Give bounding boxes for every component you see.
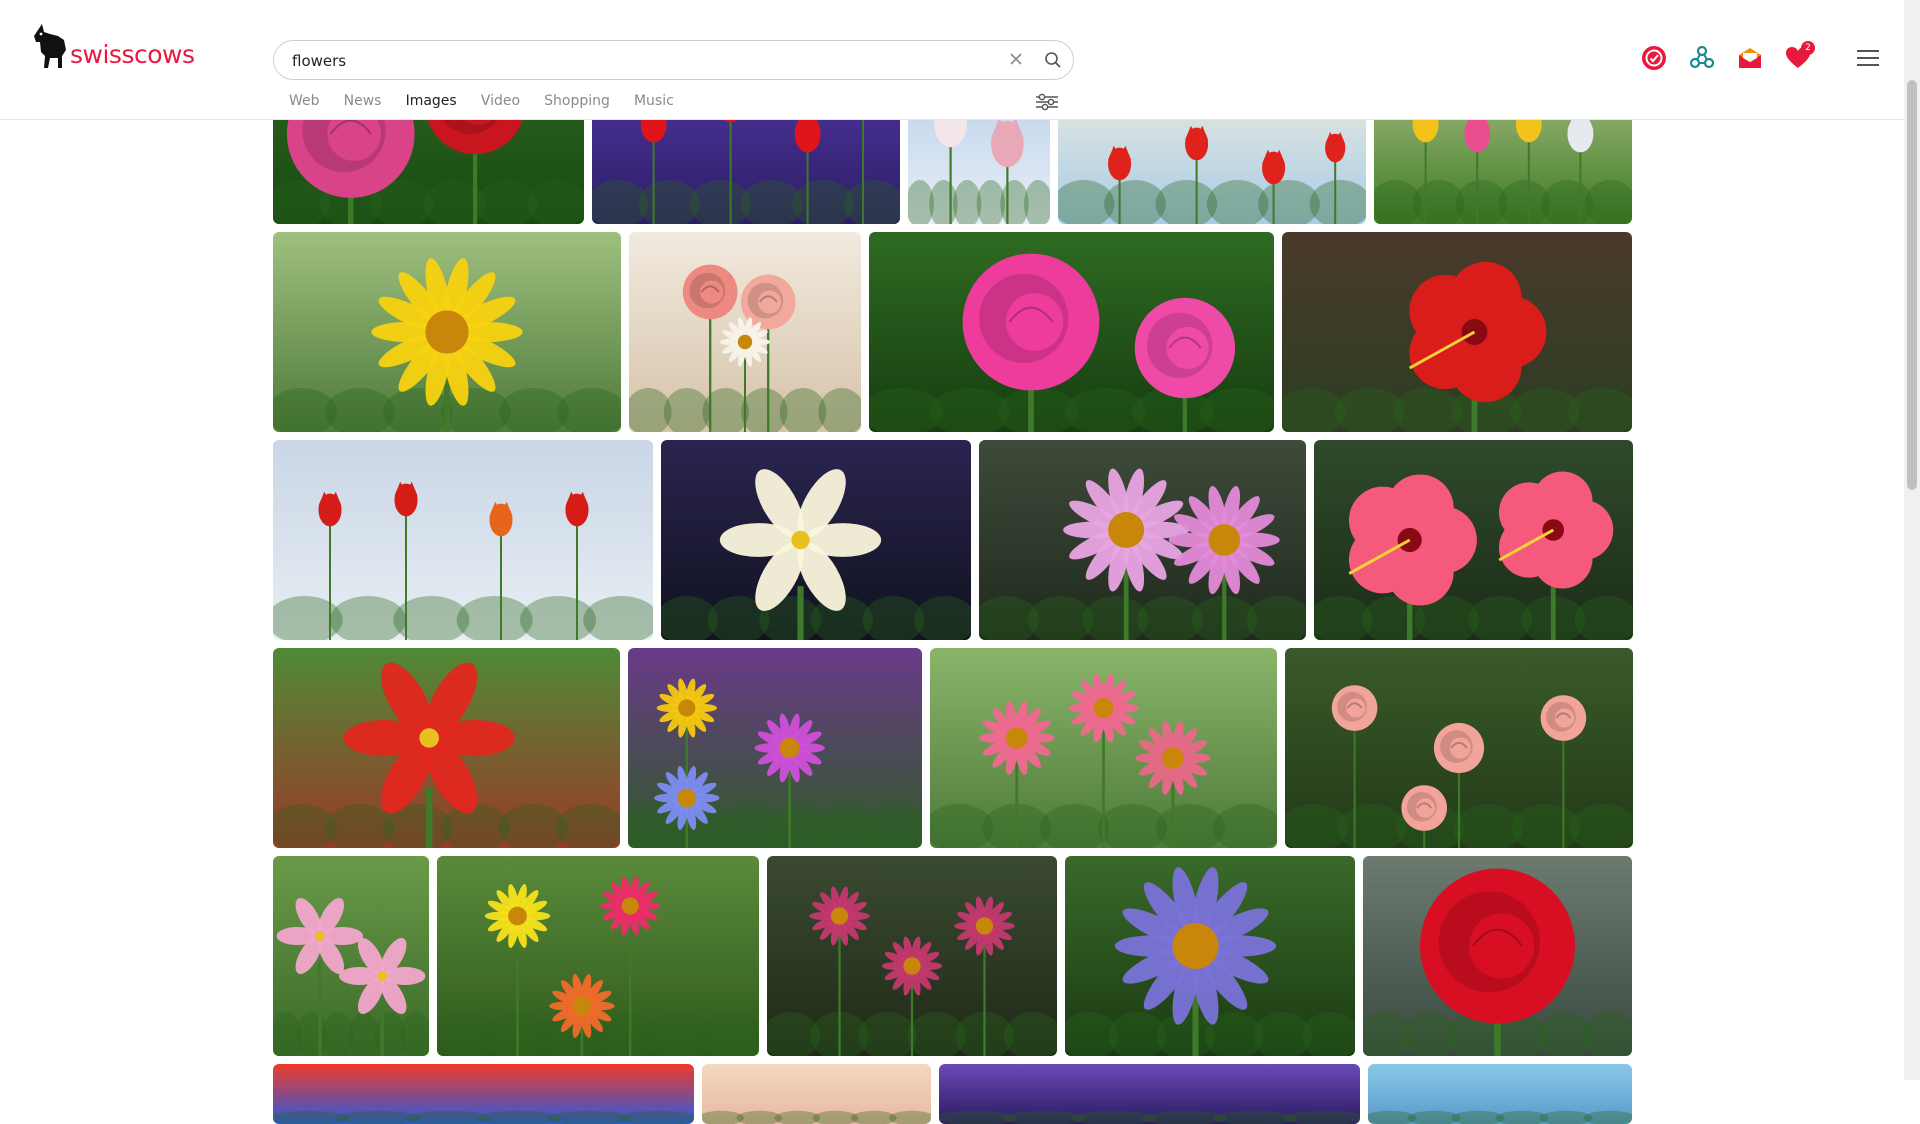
scrollbar-thumb[interactable] bbox=[1907, 80, 1917, 490]
image-result-pink-roses[interactable] bbox=[869, 232, 1274, 432]
image-result-blue-flower[interactable] bbox=[1368, 1064, 1632, 1124]
cow-logo-icon bbox=[34, 24, 66, 68]
image-thumbnail bbox=[767, 856, 1057, 1056]
tab-images[interactable]: Images bbox=[406, 93, 457, 109]
image-thumbnail bbox=[939, 1064, 1360, 1124]
image-thumbnail bbox=[930, 648, 1277, 848]
image-thumbnail bbox=[273, 1064, 694, 1124]
tab-shopping[interactable]: Shopping bbox=[544, 93, 610, 109]
image-result-purple-flowers[interactable] bbox=[939, 1064, 1360, 1124]
search-input[interactable] bbox=[290, 49, 984, 73]
image-thumbnail bbox=[869, 232, 1274, 432]
image-thumbnail bbox=[629, 232, 861, 432]
tab-music[interactable]: Music bbox=[634, 93, 674, 109]
tab-video[interactable]: Video bbox=[481, 93, 520, 109]
search-icon[interactable] bbox=[1044, 51, 1062, 69]
clear-icon[interactable] bbox=[1008, 51, 1024, 67]
image-result-pink-alstroemeria[interactable] bbox=[273, 856, 429, 1056]
search-box bbox=[273, 40, 1074, 80]
favorites-count-badge: 2 bbox=[1801, 41, 1815, 55]
vpn-icon[interactable] bbox=[1641, 45, 1667, 71]
image-thumbnail bbox=[273, 440, 653, 640]
page-scrollbar[interactable] bbox=[1904, 0, 1920, 1080]
image-thumbnail bbox=[702, 1064, 931, 1124]
image-result-yellow-daisy[interactable] bbox=[273, 232, 621, 432]
image-result-peach-flower[interactable] bbox=[702, 1064, 931, 1124]
tab-web[interactable]: Web bbox=[289, 93, 320, 109]
image-result-rose-bouquet-jug[interactable] bbox=[629, 232, 861, 432]
image-thumbnail bbox=[437, 856, 759, 1056]
image-thumbnail bbox=[1314, 440, 1633, 640]
tab-news[interactable]: News bbox=[344, 93, 382, 109]
image-result-pink-hibiscus[interactable] bbox=[1314, 440, 1633, 640]
image-thumbnail bbox=[273, 856, 429, 1056]
image-thumbnail bbox=[979, 440, 1306, 640]
image-result-pink-strawflowers[interactable] bbox=[930, 648, 1277, 848]
image-thumbnail bbox=[1065, 856, 1355, 1056]
image-result-red-hibiscus[interactable] bbox=[1282, 232, 1632, 432]
image-result-pink-dahlias[interactable] bbox=[979, 440, 1306, 640]
image-thumbnail bbox=[1285, 648, 1633, 848]
image-thumbnail bbox=[661, 440, 971, 640]
image-result-tulip-field-mountain[interactable] bbox=[273, 440, 653, 640]
network-icon[interactable] bbox=[1689, 45, 1715, 71]
image-thumbnail bbox=[273, 232, 621, 432]
image-result-sweet-william[interactable] bbox=[767, 856, 1057, 1056]
image-result-rainbow-flowers[interactable] bbox=[273, 1064, 694, 1124]
brand-name: swisscows bbox=[70, 40, 195, 69]
swisscows-logo[interactable]: swisscows bbox=[32, 22, 195, 76]
search-tabs: Web News Images Video Shopping Music bbox=[289, 90, 693, 110]
image-result-gerbera-bouquet[interactable] bbox=[437, 856, 759, 1056]
image-thumbnail bbox=[1368, 1064, 1632, 1124]
mail-icon[interactable] bbox=[1737, 45, 1763, 71]
image-thumbnail bbox=[628, 648, 922, 848]
image-result-red-tiger-lily[interactable] bbox=[273, 648, 620, 848]
menu-icon[interactable] bbox=[1855, 45, 1881, 71]
filters-icon[interactable] bbox=[1035, 92, 1059, 112]
header-actions: 2 bbox=[1641, 41, 1881, 75]
header: swisscows Web News Images Video Shopping… bbox=[0, 0, 1904, 120]
image-result-white-lily[interactable] bbox=[661, 440, 971, 640]
image-thumbnail bbox=[1282, 232, 1632, 432]
image-thumbnail bbox=[273, 648, 620, 848]
favorites-button[interactable]: 2 bbox=[1785, 41, 1815, 71]
image-result-red-rose[interactable] bbox=[1363, 856, 1632, 1056]
image-result-peach-roses[interactable] bbox=[1285, 648, 1633, 848]
image-result-mixed-spring-flowers[interactable] bbox=[628, 648, 922, 848]
image-result-passion-flower[interactable] bbox=[1065, 856, 1355, 1056]
image-thumbnail bbox=[1363, 856, 1632, 1056]
